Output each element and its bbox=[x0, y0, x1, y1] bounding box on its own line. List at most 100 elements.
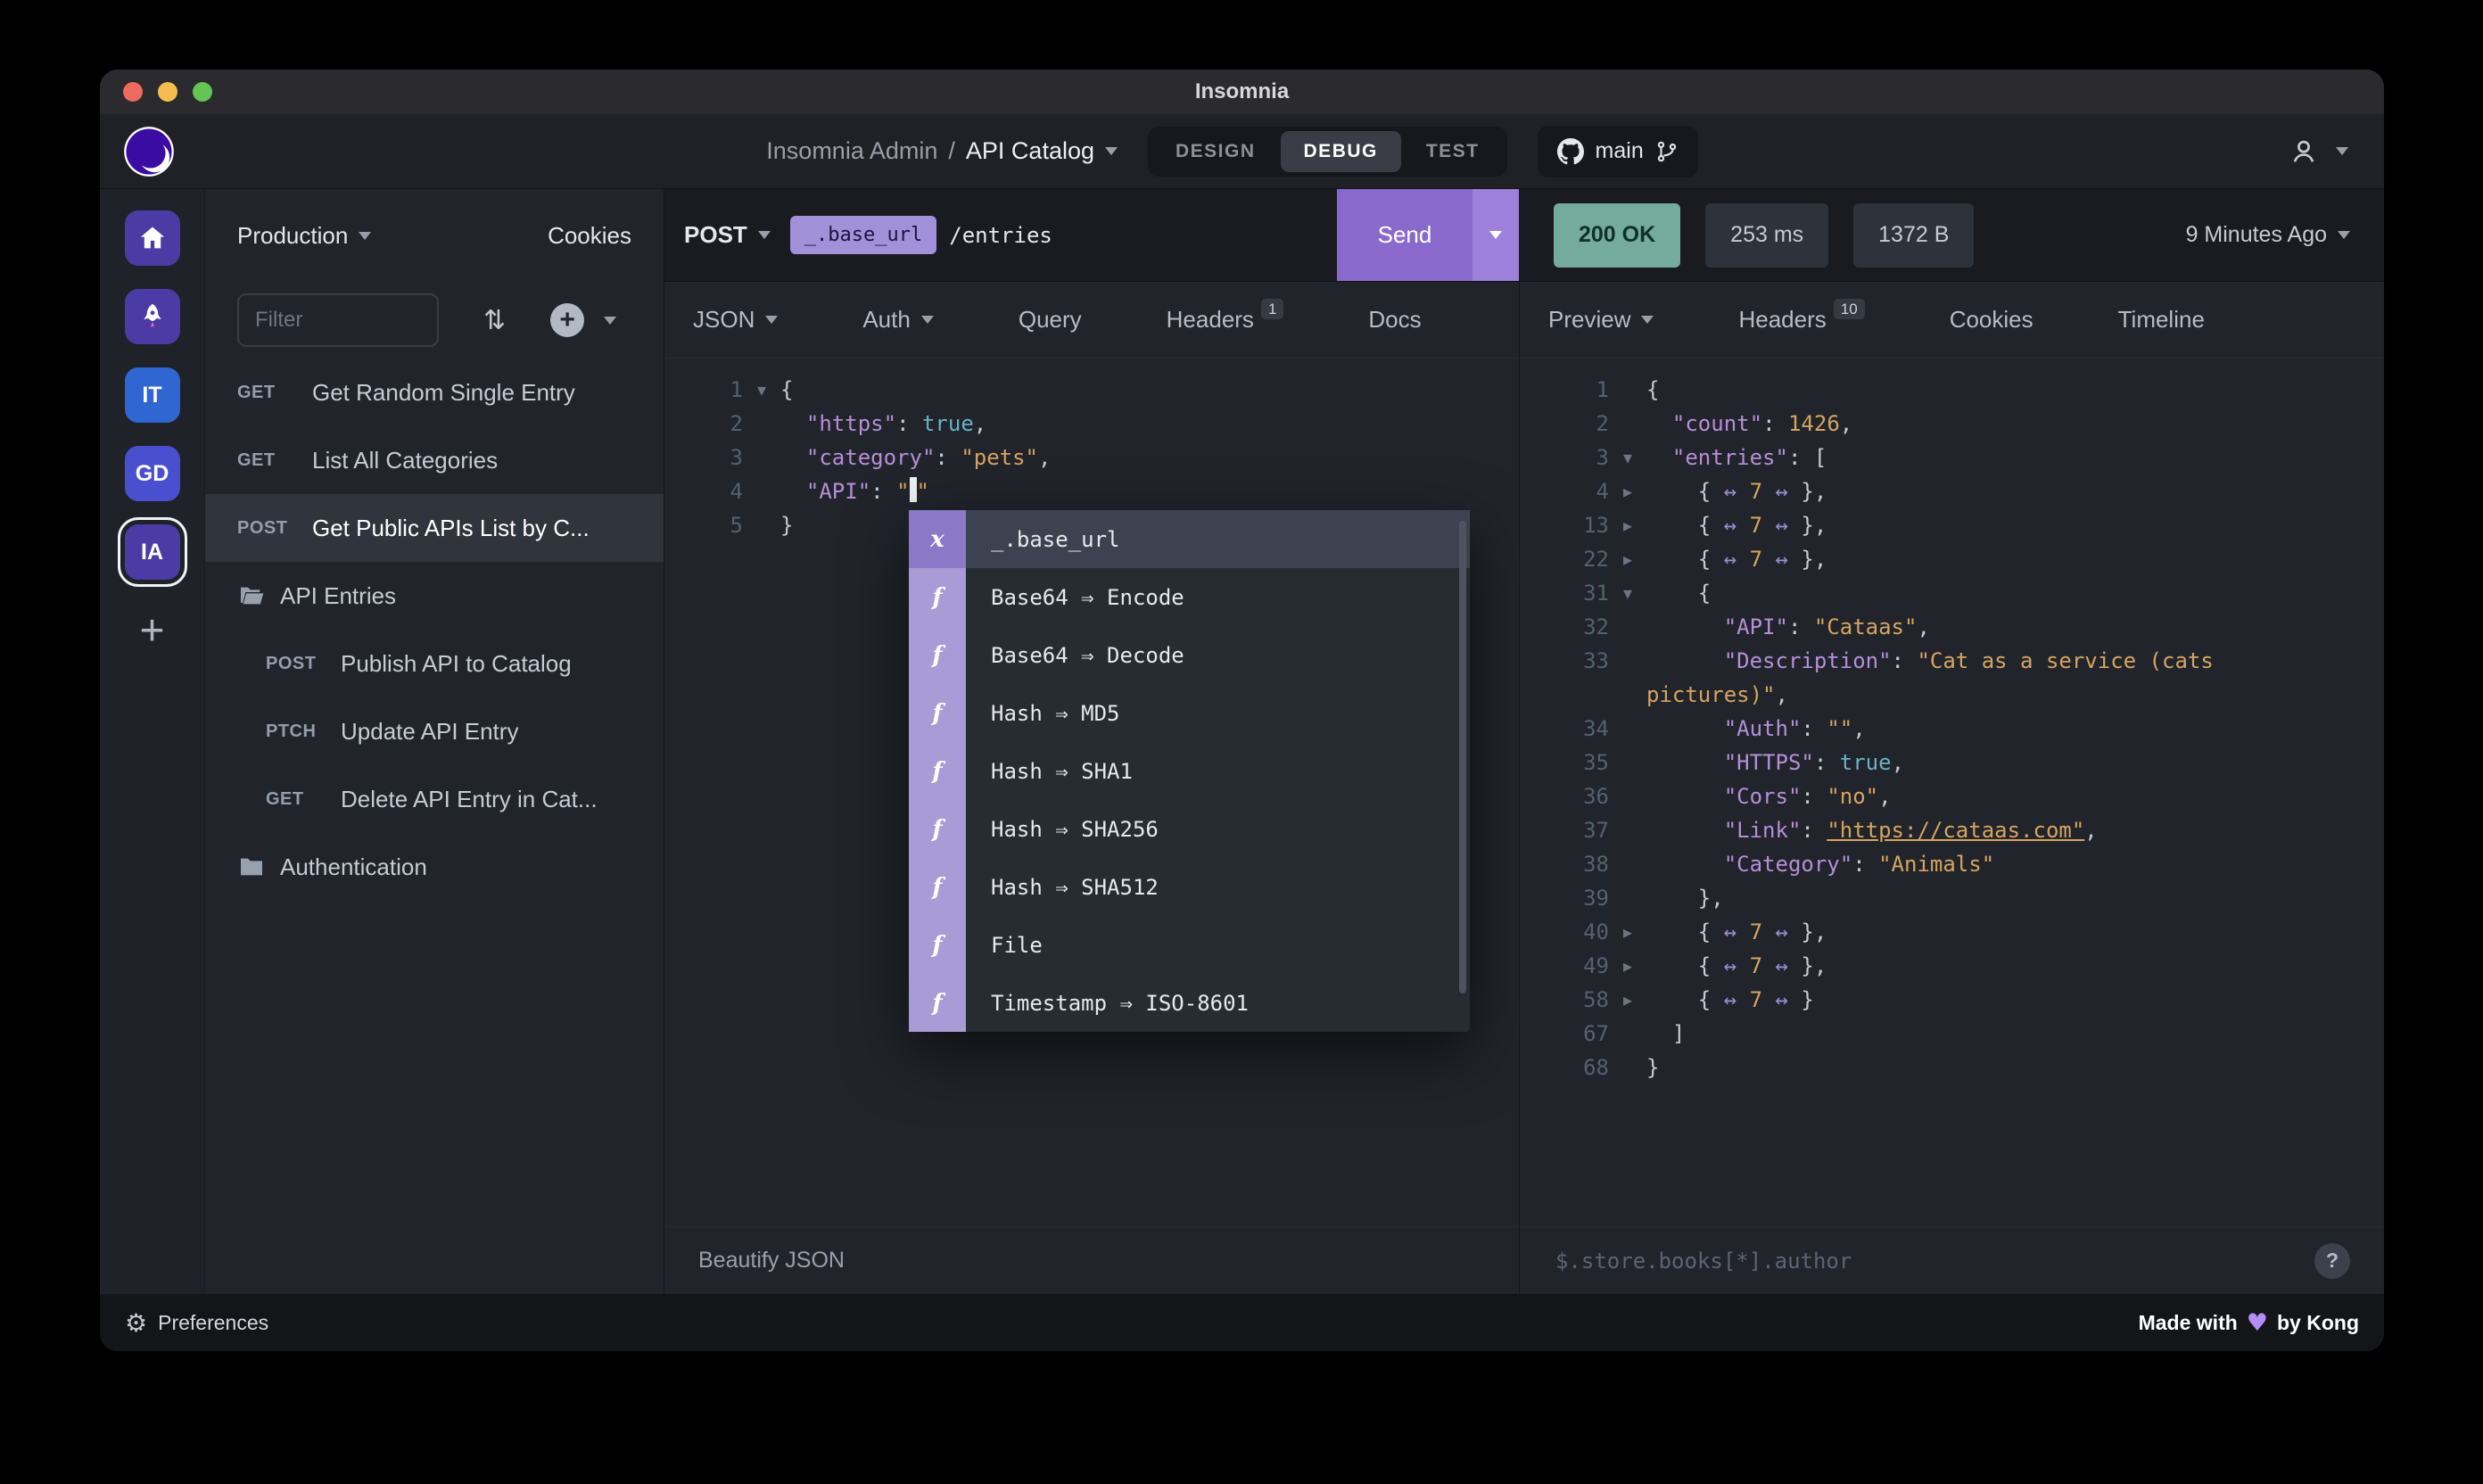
sidebar-request-get-random-single-entry[interactable]: GET Get Random Single Entry bbox=[205, 359, 664, 426]
create-request-button[interactable]: + bbox=[550, 303, 617, 337]
rail-item-add-workspace[interactable]: + bbox=[125, 603, 180, 658]
url-input[interactable]: _.base_url /entries bbox=[789, 216, 1337, 254]
minimize-window-button[interactable] bbox=[158, 82, 177, 102]
autocomplete-item-hash-sha1[interactable]: f Hash ⇒ SHA1 bbox=[909, 742, 1470, 800]
code-text: ] bbox=[1646, 1021, 1686, 1046]
response-tab-headers[interactable]: Headers 10 bbox=[1738, 299, 1865, 334]
sidebar-filter-input[interactable] bbox=[237, 293, 439, 347]
account-menu-button[interactable] bbox=[2289, 137, 2348, 166]
fold-closed-icon[interactable]: ▸ bbox=[1609, 542, 1646, 576]
response-tab-timeline[interactable]: Timeline bbox=[2118, 306, 2205, 334]
request-tab-auth[interactable]: Auth bbox=[862, 306, 934, 334]
response-body-viewer[interactable]: 1{2 "count": 1426, 3 ▾ "entries": [4 ▸ { ↔ … bbox=[1520, 359, 2384, 1226]
request-body-editor[interactable]: 1 ▾{2 "https": true, 3 "category": "pets",… bbox=[664, 359, 1519, 1226]
insomnia-logo-icon[interactable] bbox=[123, 126, 175, 177]
heart-icon: ♥ bbox=[2246, 1308, 2268, 1337]
mode-tab-debug[interactable]: DEBUG bbox=[1280, 130, 1401, 172]
request-tab-docs[interactable]: Docs bbox=[1368, 306, 1421, 334]
rail-item-workspace-gd[interactable]: GD bbox=[124, 446, 180, 501]
send-button[interactable]: Send bbox=[1337, 189, 1472, 281]
code-line: 39 }, bbox=[1520, 881, 2384, 915]
breadcrumb-project[interactable]: API Catalog bbox=[966, 137, 1094, 165]
sidebar-request-update-api-entry[interactable]: PTCH Update API Entry bbox=[205, 697, 664, 765]
mode-tab-test[interactable]: TEST bbox=[1403, 131, 1503, 172]
autocomplete-item-file[interactable]: f File bbox=[909, 916, 1470, 974]
completion-kind-icon: x bbox=[909, 510, 966, 568]
response-age: 9 Minutes Ago bbox=[2185, 222, 2327, 247]
fold-closed-icon[interactable]: ▸ bbox=[1609, 474, 1646, 508]
fold-closed-icon[interactable]: ▸ bbox=[1609, 915, 1646, 949]
autocomplete-item-base64-encode[interactable]: f Base64 ⇒ Encode bbox=[909, 568, 1470, 626]
completion-kind-icon: f bbox=[909, 742, 966, 800]
response-tab-preview[interactable]: Preview bbox=[1548, 306, 1654, 334]
rail-item-workspace-ia[interactable]: IA bbox=[117, 517, 187, 587]
breadcrumb-workspace[interactable]: Insomnia Admin bbox=[766, 137, 937, 165]
sidebar-request-list-all-categories[interactable]: GET List All Categories bbox=[205, 426, 664, 494]
fold-open-icon[interactable]: ▾ bbox=[743, 373, 780, 407]
fold-open-icon[interactable]: ▾ bbox=[1609, 576, 1646, 610]
response-filter-input[interactable] bbox=[1554, 1247, 2314, 1274]
chevron-down-icon bbox=[1105, 147, 1118, 155]
sidebar-request-delete-api-entry-in-cat[interactable]: GET Delete API Entry in Cat... bbox=[205, 765, 664, 833]
line-number: 4 bbox=[1596, 479, 1609, 504]
autocomplete-item-base-url[interactable]: x _.base_url bbox=[909, 510, 1470, 568]
sidebar-filter-row: ⇅ + bbox=[205, 282, 664, 359]
sidebar-folder-api-entries[interactable]: API Entries bbox=[205, 562, 664, 630]
cookies-button[interactable]: Cookies bbox=[548, 222, 631, 250]
code-line: 3 "category": "pets", bbox=[664, 441, 1519, 474]
rail-item-home[interactable] bbox=[124, 210, 180, 266]
beautify-json-button[interactable]: Beautify JSON bbox=[698, 1248, 845, 1274]
rail-item-rocket[interactable] bbox=[124, 289, 180, 344]
completion-label: File bbox=[991, 932, 1043, 958]
preferences-button[interactable]: ⚙ Preferences bbox=[125, 1308, 268, 1338]
autocomplete-item-timestamp-iso-8601[interactable]: f Timestamp ⇒ ISO-8601 bbox=[909, 974, 1470, 1032]
fold-closed-icon[interactable]: ▸ bbox=[1609, 983, 1646, 1017]
code-line: 1 ▾{ bbox=[664, 373, 1519, 407]
autocomplete-scrollbar[interactable] bbox=[1459, 521, 1466, 993]
response-tab-cookies[interactable]: Cookies bbox=[1950, 306, 2033, 334]
mode-tab-design[interactable]: DESIGN bbox=[1152, 131, 1279, 172]
insomnia-window: Insomnia Insomnia Admin / API Catalog DE… bbox=[100, 70, 2384, 1351]
method-selector[interactable]: POST bbox=[664, 221, 790, 249]
response-footer-row: ? bbox=[1520, 1226, 2384, 1294]
request-tab-json[interactable]: JSON bbox=[693, 306, 779, 334]
git-branch-button[interactable]: main bbox=[1537, 125, 1698, 177]
help-icon[interactable]: ? bbox=[2314, 1242, 2350, 1279]
request-tab-headers[interactable]: Headers 1 bbox=[1167, 299, 1284, 334]
fold-open-icon[interactable]: ▾ bbox=[1609, 441, 1646, 474]
completion-label: Hash ⇒ SHA512 bbox=[991, 874, 1159, 900]
sidebar-request-get-public-apis-list-by-c[interactable]: POST Get Public APIs List by C... bbox=[205, 494, 664, 562]
response-size-badge: 1372 B bbox=[1853, 202, 1975, 268]
autocomplete-item-hash-sha512[interactable]: f Hash ⇒ SHA512 bbox=[909, 858, 1470, 916]
line-number: 3 bbox=[730, 445, 743, 470]
autocomplete-item-hash-md5[interactable]: f Hash ⇒ MD5 bbox=[909, 684, 1470, 742]
fold-closed-icon[interactable]: ▸ bbox=[1609, 508, 1646, 542]
branch-name: main bbox=[1595, 138, 1644, 163]
response-tabs: Preview Headers 10 Cookies Timeline bbox=[1520, 282, 2384, 359]
request-list: GET Get Random Single Entry GET List All Ca… bbox=[205, 359, 664, 1294]
completion-label: Hash ⇒ MD5 bbox=[991, 700, 1120, 726]
folder-name: Authentication bbox=[280, 853, 427, 880]
close-window-button[interactable] bbox=[123, 82, 143, 102]
sidebar-request-publish-api-to-catalog[interactable]: POST Publish API to Catalog bbox=[205, 630, 664, 697]
fold-closed-icon[interactable]: ▸ bbox=[1609, 949, 1646, 983]
response-history-dropdown[interactable]: 9 Minutes Ago bbox=[2186, 222, 2350, 248]
request-tab-query[interactable]: Query bbox=[1019, 306, 1082, 334]
request-name: Delete API Entry in Cat... bbox=[341, 785, 598, 812]
sort-icon[interactable]: ⇅ bbox=[483, 305, 506, 336]
code-text: { ↔ 7 ↔ }, bbox=[1646, 953, 1827, 978]
send-options-button[interactable] bbox=[1472, 189, 1519, 281]
autocomplete-item-hash-sha256[interactable]: f Hash ⇒ SHA256 bbox=[909, 800, 1470, 858]
sidebar-folder-authentication[interactable]: Authentication bbox=[205, 833, 664, 901]
rail-item-workspace-it[interactable]: IT bbox=[124, 367, 180, 423]
breadcrumb[interactable]: Insomnia Admin / API Catalog bbox=[766, 137, 1118, 165]
folder-icon bbox=[241, 858, 262, 876]
autocomplete-item-base64-decode[interactable]: f Base64 ⇒ Decode bbox=[909, 626, 1470, 684]
environment-selector[interactable]: Production bbox=[237, 222, 372, 250]
main-content: IT GD IA + Production Cookies ⇅ + GET Get Ra… bbox=[100, 189, 2384, 1294]
chevron-down-icon bbox=[359, 231, 372, 240]
base-url-tag[interactable]: _.base_url bbox=[789, 216, 937, 254]
zoom-window-button[interactable] bbox=[193, 82, 212, 102]
